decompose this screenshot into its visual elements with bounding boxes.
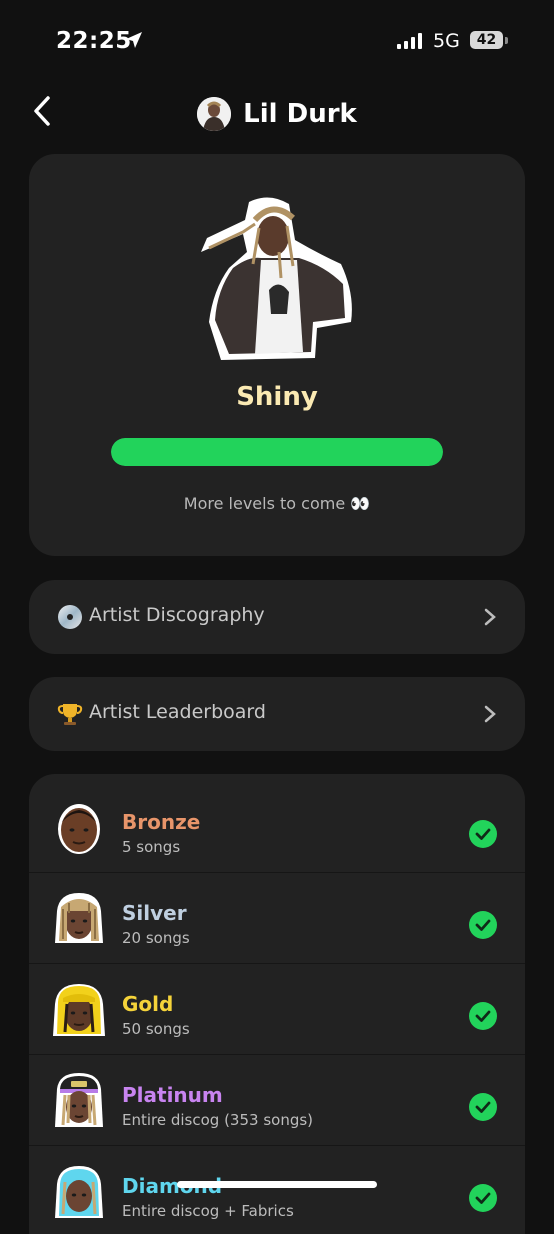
- page-title: Lil Durk: [243, 99, 357, 129]
- level-name-silver: Silver: [122, 901, 187, 925]
- level-row-silver[interactable]: Silver 20 songs: [29, 873, 525, 964]
- artist-leaderboard-label: Artist Leaderboard: [89, 701, 266, 723]
- artist-discography-label: Artist Discography: [89, 604, 265, 626]
- gold-avatar: [53, 984, 105, 1036]
- levels-list: Bronze 5 songs Silver 20 songs Gold 50 s…: [29, 774, 525, 1234]
- chevron-right-icon: [484, 705, 496, 723]
- page-header: Lil Durk: [0, 96, 554, 132]
- level-progress-fill: [111, 438, 443, 466]
- status-bar: 22:25 5G 42: [0, 0, 554, 86]
- level-requirement-silver: 20 songs: [122, 929, 190, 947]
- level-row-platinum[interactable]: Platinum Entire discog (353 songs): [29, 1055, 525, 1146]
- more-levels-text: More levels to come 👀: [183, 494, 371, 513]
- level-name-gold: Gold: [122, 992, 174, 1016]
- silver-avatar: [55, 893, 103, 943]
- level-name: Shiny: [236, 382, 318, 412]
- level-requirement-platinum: Entire discog (353 songs): [122, 1111, 314, 1129]
- check-circle-icon: [469, 1002, 497, 1030]
- level-row-bronze[interactable]: Bronze 5 songs: [29, 782, 525, 873]
- location-arrow-icon: [126, 32, 142, 48]
- signal-icon: [397, 33, 422, 49]
- cd-icon: [58, 605, 82, 629]
- home-indicator[interactable]: [177, 1181, 377, 1188]
- level-name-platinum: Platinum: [122, 1083, 223, 1107]
- check-circle-icon: [469, 1093, 497, 1121]
- battery-tip: [505, 37, 508, 44]
- level-progress-bar: [111, 438, 443, 466]
- network-type: 5G: [433, 30, 460, 52]
- level-row-diamond[interactable]: Diamond Entire discog + Fabrics: [29, 1146, 525, 1234]
- artist-leaderboard-link[interactable]: Artist Leaderboard: [29, 677, 525, 751]
- bronze-avatar: [58, 804, 100, 854]
- chevron-right-icon: [484, 608, 496, 626]
- platinum-avatar: [55, 1073, 103, 1127]
- battery-icon: 42: [470, 31, 503, 49]
- level-card: Shiny More levels to come 👀: [29, 154, 525, 556]
- check-circle-icon: [469, 911, 497, 939]
- status-time: 22:25: [56, 28, 132, 54]
- artist-sticker-image: [201, 197, 352, 360]
- level-requirement-gold: 50 songs: [122, 1020, 190, 1038]
- level-requirement-diamond: Entire discog + Fabrics: [122, 1202, 294, 1220]
- check-circle-icon: [469, 820, 497, 848]
- diamond-avatar: [55, 1166, 103, 1218]
- check-circle-icon: [469, 1184, 497, 1212]
- artist-avatar: [197, 97, 232, 131]
- level-requirement-bronze: 5 songs: [122, 838, 181, 856]
- trophy-icon: [57, 704, 83, 725]
- artist-discography-link[interactable]: Artist Discography: [29, 580, 525, 654]
- level-name-bronze: Bronze: [122, 810, 201, 834]
- level-row-gold[interactable]: Gold 50 songs: [29, 964, 525, 1055]
